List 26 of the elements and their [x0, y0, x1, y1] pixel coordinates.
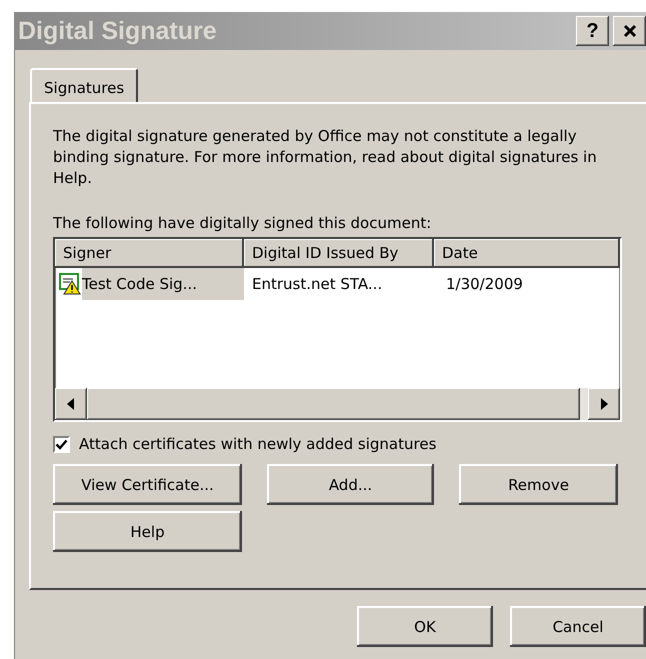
tab[interactable]: Signatures	[30, 68, 138, 102]
dialog-button[interactable]: OK	[357, 606, 493, 647]
checkbox[interactable]	[53, 436, 70, 452]
close-icon	[622, 24, 636, 38]
table-cell-text: 1/30/2009	[445, 275, 523, 293]
help-button[interactable]: ?	[576, 16, 609, 46]
table-cell-text: Entrust.net STA...	[251, 275, 384, 293]
left-arrow-icon	[67, 398, 75, 410]
action-button[interactable]: Add...	[267, 464, 434, 505]
action-button[interactable]: Remove	[459, 464, 618, 505]
table-row[interactable]: Test Code Sig... Entrust.net STA... 1/30/2009	[55, 268, 620, 300]
column-header[interactable]: Date	[434, 239, 620, 268]
action-button[interactable]: Help	[53, 511, 242, 552]
checkbox-label: Attach certificates with newly added signatures	[79, 435, 436, 453]
window-title: Digital Signature	[18, 16, 217, 46]
certificate-warning-icon	[59, 273, 81, 295]
notice-text: The digital signature generated by Office may not constitute a legally binding signature. For more information, read about digital signatures in Help.	[53, 126, 598, 189]
horizontal-scrollbar[interactable]	[55, 388, 620, 420]
column-header[interactable]: Digital ID Issued By	[244, 239, 434, 268]
list-label: The following have digitally signed this document:	[53, 213, 432, 233]
close-button[interactable]	[613, 16, 646, 46]
table-cell: Test Code Sig...	[82, 268, 244, 300]
check-icon	[55, 438, 68, 450]
dialog-button[interactable]: Cancel	[510, 606, 646, 647]
right-arrow-icon	[600, 398, 608, 410]
action-button[interactable]: View Certificate...	[53, 464, 242, 505]
